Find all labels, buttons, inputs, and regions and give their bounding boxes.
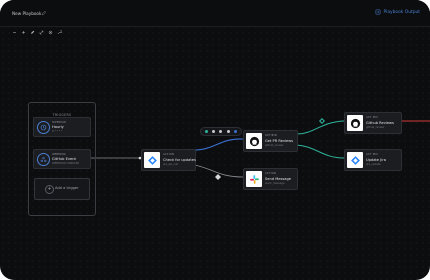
node-type: ACT MIX — [366, 116, 379, 119]
node-check-updates[interactable]: ACTION Check for updates jira_api_call — [141, 149, 196, 171]
playbook-canvas[interactable]: New Playbook Playbook Output TRIGGERS SC… — [0, 0, 430, 280]
node-type: ACTION — [265, 172, 277, 175]
trigger-detail: 0 * * * * — [52, 130, 63, 133]
node-update-jira[interactable]: ACT MIX Update Jira jira_update — [344, 149, 402, 171]
node-title: Check for updates — [163, 158, 196, 162]
connection-dot[interactable] — [219, 130, 223, 133]
trigger-name: Hourly — [52, 125, 64, 129]
trigger-webhook[interactable]: WEBHOOK GitHub Event WEBHOOK HANDLER — [33, 149, 91, 169]
node-title: Send Message — [265, 177, 291, 181]
webhook-icon — [37, 153, 50, 166]
jira-icon — [347, 152, 363, 168]
trigger-name: GitHub Event — [52, 157, 76, 161]
node-detail: jira_api_call — [163, 163, 179, 166]
connection-controls[interactable] — [200, 127, 242, 136]
node-title: Get PR Reviews — [265, 139, 294, 143]
connection-dot[interactable] — [212, 130, 216, 133]
connection-dot-close[interactable] — [226, 130, 230, 133]
trigger-schedule[interactable]: SCHEDULE Hourly 0 * * * * — [33, 117, 91, 137]
connection-dot-blue[interactable] — [233, 130, 237, 133]
jira-icon — [144, 152, 160, 168]
github-icon — [246, 133, 262, 149]
add-trigger-button[interactable]: + Add a trigger — [34, 178, 90, 200]
slack-icon — [246, 171, 262, 187]
node-detail: github_review — [366, 126, 385, 129]
node-detail: slack_message — [265, 182, 285, 185]
connection-dot-green[interactable] — [205, 130, 209, 133]
node-title: Update Jira — [366, 158, 386, 162]
trigger-type: WEBHOOK — [52, 153, 66, 156]
github-icon — [347, 115, 363, 131]
node-detail: github_review — [265, 144, 284, 147]
node-send-message[interactable]: ACTION Send Message slack_message — [243, 168, 298, 190]
clock-icon — [37, 121, 50, 134]
trigger-detail: WEBHOOK HANDLER — [52, 162, 80, 165]
node-get-pr-reviews[interactable]: GETIBIN Get PR Reviews github_review — [243, 130, 298, 152]
trigger-type: SCHEDULE — [52, 121, 67, 124]
node-type: ACT MIX — [366, 153, 379, 156]
node-github-reviews[interactable]: ACT MIX Github Reviews github_review — [344, 112, 402, 134]
node-type: GETIBIN — [265, 134, 277, 137]
plus-icon: + — [45, 185, 54, 194]
add-trigger-label: Add a trigger — [55, 186, 79, 190]
node-type: ACTION — [163, 153, 175, 156]
node-title: Github Reviews — [366, 121, 394, 125]
node-detail: jira_update — [366, 163, 381, 166]
